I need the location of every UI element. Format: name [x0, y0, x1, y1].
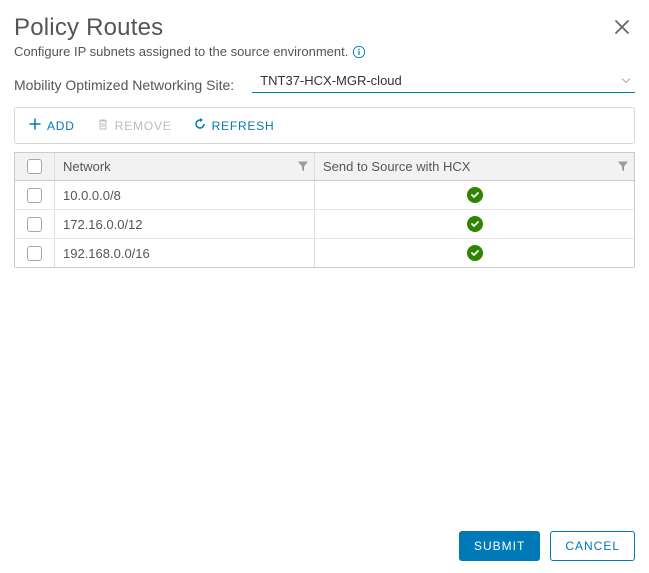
network-cell: 172.16.0.0/12: [55, 210, 315, 238]
column-hcx[interactable]: Send to Source with HCX: [315, 153, 634, 180]
check-circle-icon: [467, 245, 483, 261]
site-row: Mobility Optimized Networking Site: TNT3…: [14, 69, 635, 93]
row-checkbox[interactable]: [27, 188, 42, 203]
table-row[interactable]: 192.168.0.0/16: [15, 239, 634, 267]
filter-icon[interactable]: [298, 159, 308, 174]
select-all-cell: [15, 153, 55, 180]
plus-icon: [29, 118, 41, 133]
trash-icon: [97, 118, 109, 133]
remove-button: REMOVE: [97, 118, 172, 133]
table-row[interactable]: 172.16.0.0/12: [15, 210, 634, 239]
site-label: Mobility Optimized Networking Site:: [14, 77, 234, 93]
routes-table: Network Send to Source with HCX 10.0.0.0…: [14, 152, 635, 268]
row-checkbox[interactable]: [27, 217, 42, 232]
refresh-icon: [194, 118, 206, 133]
table-body: 10.0.0.0/8172.16.0.0/12192.168.0.0/16: [15, 181, 634, 267]
column-network[interactable]: Network: [55, 153, 315, 180]
policy-routes-dialog: Policy Routes Configure IP subnets assig…: [0, 0, 649, 268]
close-icon[interactable]: [609, 14, 635, 43]
filter-icon[interactable]: [618, 159, 628, 174]
table-row[interactable]: 10.0.0.0/8: [15, 181, 634, 210]
dialog-subtitle: Configure IP subnets assigned to the sou…: [14, 44, 366, 59]
hcx-cell: [315, 181, 634, 209]
cancel-button[interactable]: CANCEL: [550, 531, 635, 561]
check-circle-icon: [467, 216, 483, 232]
chevron-down-icon: [621, 73, 631, 88]
hcx-cell: [315, 210, 634, 238]
dialog-header: Policy Routes Configure IP subnets assig…: [14, 14, 635, 59]
hcx-cell: [315, 239, 634, 267]
network-cell: 10.0.0.0/8: [55, 181, 315, 209]
dialog-title: Policy Routes: [14, 14, 366, 42]
dialog-footer: SUBMIT CANCEL: [459, 531, 635, 561]
info-icon[interactable]: [352, 45, 366, 59]
site-select[interactable]: TNT37-HCX-MGR-cloud: [252, 69, 635, 93]
site-selected-value: TNT37-HCX-MGR-cloud: [260, 73, 402, 88]
table-header: Network Send to Source with HCX: [15, 152, 634, 181]
network-cell: 192.168.0.0/16: [55, 239, 315, 267]
refresh-button[interactable]: REFRESH: [194, 118, 275, 133]
check-circle-icon: [467, 187, 483, 203]
select-all-checkbox[interactable]: [27, 159, 42, 174]
toolbar: ADD REMOVE REFRESH: [14, 107, 635, 144]
submit-button[interactable]: SUBMIT: [459, 531, 540, 561]
row-checkbox[interactable]: [27, 246, 42, 261]
add-button[interactable]: ADD: [29, 118, 75, 133]
